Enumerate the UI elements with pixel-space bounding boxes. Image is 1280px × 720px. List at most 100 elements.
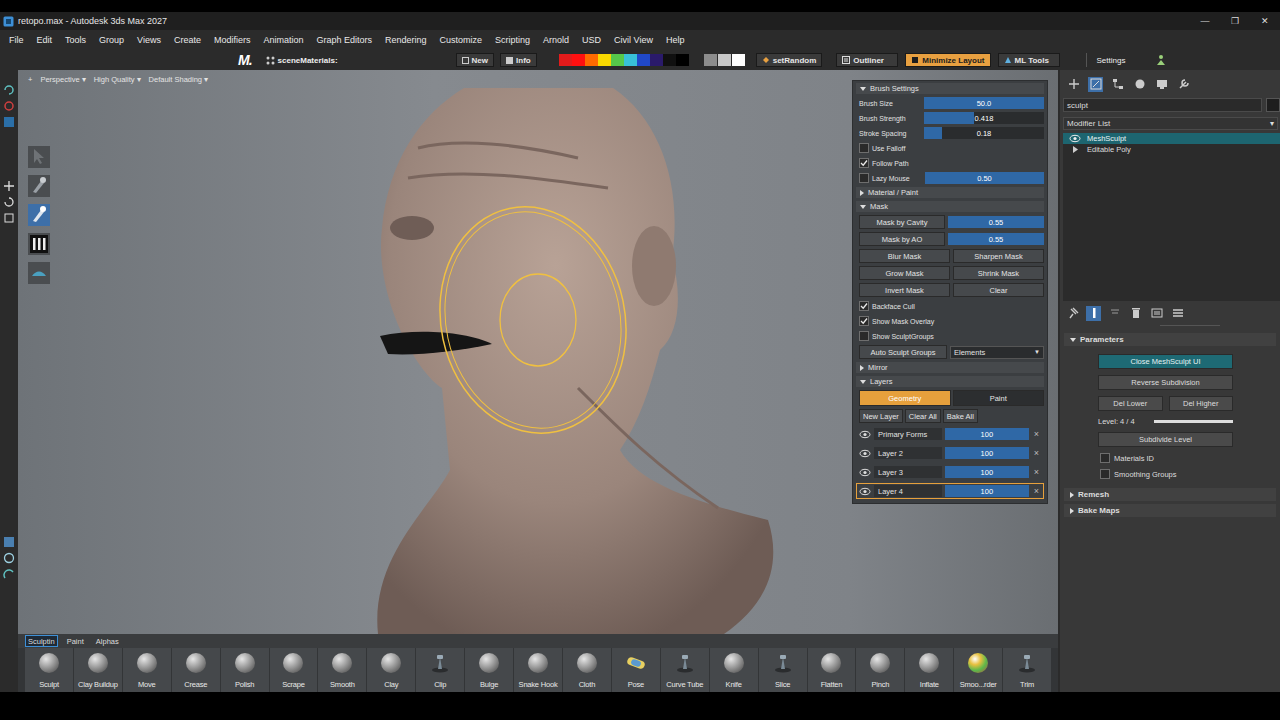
panel-button[interactable]: New Layer bbox=[859, 409, 903, 423]
menu-item[interactable]: Animation bbox=[263, 35, 303, 45]
menu-item[interactable]: USD bbox=[582, 35, 601, 45]
color-swatch[interactable] bbox=[611, 54, 624, 66]
stack-tool[interactable] bbox=[1065, 306, 1080, 321]
viewport-tool[interactable] bbox=[28, 175, 50, 197]
parameter-button[interactable]: Del Higher bbox=[1169, 396, 1234, 411]
eye-icon[interactable] bbox=[859, 430, 871, 439]
panel-button[interactable]: Bake All bbox=[943, 409, 978, 423]
section-header[interactable]: Layers bbox=[856, 376, 1044, 387]
brush-tile[interactable]: Scrape bbox=[270, 648, 318, 692]
stack-tool[interactable] bbox=[1128, 306, 1143, 321]
section-header[interactable]: Mask bbox=[856, 201, 1044, 212]
panel-button[interactable]: Shrink Mask bbox=[953, 266, 1044, 280]
stack-tool[interactable] bbox=[1170, 306, 1185, 321]
tool-icon[interactable] bbox=[3, 84, 15, 96]
menu-item[interactable]: File bbox=[9, 35, 24, 45]
menu-item[interactable]: Modifiers bbox=[214, 35, 251, 45]
panel-button[interactable]: Invert Mask bbox=[859, 283, 950, 297]
tool-icon[interactable] bbox=[3, 196, 15, 208]
tool-icon[interactable] bbox=[3, 536, 15, 548]
viewport-menu[interactable]: Perspective ▾ bbox=[40, 75, 85, 84]
brush-tile[interactable]: Crease bbox=[172, 648, 220, 692]
brush-tab[interactable]: Paint bbox=[64, 635, 87, 647]
eye-icon[interactable] bbox=[1069, 134, 1081, 143]
color-swatch[interactable] bbox=[650, 54, 663, 66]
toolbar-button[interactable]: Info bbox=[500, 53, 537, 67]
slider[interactable]: 50.0 bbox=[924, 97, 1044, 109]
stack-item[interactable]: Editable Poly bbox=[1063, 144, 1280, 155]
tool-icon[interactable] bbox=[3, 568, 15, 580]
layer-name[interactable]: Primary Forms bbox=[874, 428, 942, 440]
brush-tile[interactable]: Inflate bbox=[905, 648, 953, 692]
panel-button[interactable]: Grow Mask bbox=[859, 266, 950, 280]
remove-layer-button[interactable]: × bbox=[1032, 467, 1041, 477]
panel-button[interactable]: Sharpen Mask bbox=[953, 249, 1044, 263]
remove-layer-button[interactable]: × bbox=[1032, 448, 1041, 458]
brush-tile[interactable]: Bulge bbox=[465, 648, 513, 692]
layer-name[interactable]: Layer 2 bbox=[874, 447, 942, 459]
layer-name[interactable]: Layer 4 bbox=[874, 485, 942, 497]
level-slider[interactable] bbox=[1154, 420, 1233, 423]
menu-item[interactable]: Customize bbox=[440, 35, 483, 45]
brush-tile[interactable]: Clay bbox=[367, 648, 415, 692]
viewport-menu[interactable]: + bbox=[28, 75, 32, 84]
mask-button[interactable]: Mask by AO bbox=[859, 232, 945, 246]
modifier-list[interactable]: Modifier List▾ bbox=[1063, 117, 1278, 130]
checkbox[interactable] bbox=[859, 301, 869, 311]
slider[interactable]: 0.418 bbox=[924, 112, 1044, 124]
color-swatch[interactable] bbox=[637, 54, 650, 66]
panel-tab[interactable] bbox=[1132, 77, 1147, 92]
checkbox[interactable] bbox=[859, 143, 869, 153]
menu-item[interactable]: Graph Editors bbox=[316, 35, 372, 45]
stack-tool[interactable] bbox=[1149, 306, 1164, 321]
brush-tile[interactable]: Snake Hook bbox=[514, 648, 562, 692]
viewport-tool[interactable] bbox=[28, 204, 50, 226]
brush-tile[interactable]: Smooth bbox=[318, 648, 366, 692]
tool-icon[interactable] bbox=[3, 100, 15, 112]
checkbox[interactable] bbox=[859, 173, 869, 183]
layer-row[interactable]: Layer 4100× bbox=[856, 483, 1044, 499]
panel-tab[interactable] bbox=[1154, 77, 1169, 92]
brush-tile[interactable]: Curve Tube bbox=[661, 648, 709, 692]
brush-tile[interactable]: Trim bbox=[1003, 648, 1051, 692]
parameter-button[interactable]: Subdivide Level bbox=[1098, 432, 1233, 447]
eye-icon[interactable] bbox=[859, 487, 871, 496]
menu-item[interactable]: Arnold bbox=[543, 35, 569, 45]
brush-tile[interactable]: Pose bbox=[612, 648, 660, 692]
toolbar-tool-button[interactable]: setRandom bbox=[756, 53, 823, 67]
parameter-button[interactable]: Reverse Subdivision bbox=[1098, 375, 1233, 390]
maximize-button[interactable]: ❐ bbox=[1220, 16, 1250, 26]
remove-layer-button[interactable]: × bbox=[1032, 486, 1041, 496]
color-swatch[interactable] bbox=[559, 54, 572, 66]
toolbar-tool-button[interactable]: Outliner bbox=[836, 53, 898, 67]
panel-tab[interactable] bbox=[1176, 77, 1191, 92]
rollout-header[interactable]: Bake Maps bbox=[1064, 504, 1276, 517]
slider[interactable]: 0.18 bbox=[924, 127, 1044, 139]
parameter-button[interactable]: Close MeshSculpt UI bbox=[1098, 354, 1233, 369]
brush-tile[interactable]: Sculpt bbox=[25, 648, 73, 692]
section-header[interactable]: Mirror bbox=[856, 362, 1044, 373]
slider[interactable]: 100 bbox=[945, 485, 1029, 497]
slider[interactable]: 100 bbox=[945, 428, 1029, 440]
eye-icon[interactable] bbox=[859, 449, 871, 458]
menu-item[interactable]: Edit bbox=[37, 35, 53, 45]
menu-item[interactable]: Rendering bbox=[385, 35, 427, 45]
toolbar-tool-button[interactable]: ML Tools bbox=[998, 53, 1060, 67]
brush-tile[interactable]: Move bbox=[123, 648, 171, 692]
viewport-tool[interactable] bbox=[28, 233, 50, 255]
checkbox[interactable] bbox=[859, 316, 869, 326]
brush-tab[interactable]: Alphas bbox=[93, 635, 122, 647]
stack-item[interactable]: MeshSculpt bbox=[1063, 133, 1280, 144]
checkbox[interactable] bbox=[859, 331, 869, 341]
color-swatch[interactable] bbox=[598, 54, 611, 66]
color-swatch[interactable] bbox=[624, 54, 637, 66]
viewport-menu[interactable]: Default Shading ▾ bbox=[149, 75, 208, 84]
figure-icon[interactable] bbox=[1155, 54, 1167, 66]
grey-swatch[interactable] bbox=[732, 54, 745, 66]
tool-icon[interactable] bbox=[3, 180, 15, 192]
brush-tab[interactable]: Sculptin bbox=[25, 635, 58, 647]
layer-row[interactable]: Layer 3100× bbox=[856, 464, 1044, 480]
layer-row[interactable]: Layer 2100× bbox=[856, 445, 1044, 461]
eye-icon[interactable] bbox=[859, 468, 871, 477]
toolbar-button[interactable]: New bbox=[456, 53, 494, 67]
